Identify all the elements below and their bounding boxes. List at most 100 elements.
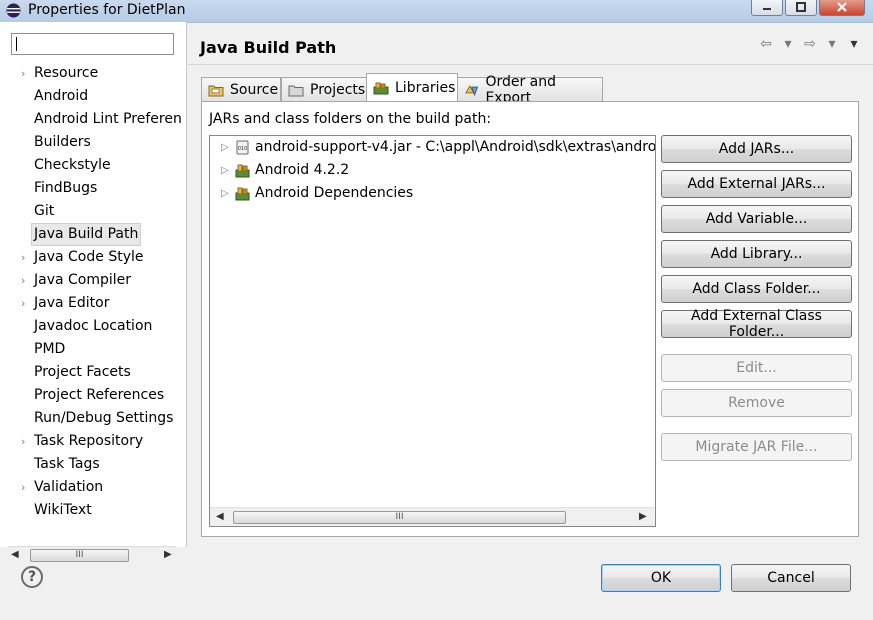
tree-item-validation[interactable]: › Validation <box>0 476 186 499</box>
add-library-button[interactable]: Add Library... <box>661 240 852 268</box>
tab-label: Source <box>230 81 279 98</box>
tree-item-javadoc-location[interactable]: Javadoc Location <box>0 315 186 338</box>
add-class-folder-button[interactable]: Add Class Folder... <box>661 275 852 303</box>
tree-item-label: Project Facets <box>34 364 131 380</box>
libraries-label: JARs and class folders on the build path… <box>209 111 492 127</box>
library-icon <box>235 164 250 178</box>
scroll-thumb[interactable]: III <box>233 511 566 524</box>
tree-item-label: Checkstyle <box>34 157 111 173</box>
text-caret <box>16 37 17 51</box>
page-title: Java Build Path <box>200 38 337 57</box>
tree-item-label: Java Code Style <box>34 249 144 265</box>
expand-arrow-icon[interactable]: › <box>21 476 31 499</box>
tree-item-findbugs[interactable]: FindBugs <box>0 177 186 200</box>
maximize-button[interactable] <box>785 0 817 16</box>
projects-folder-icon <box>288 85 304 96</box>
tab-projects[interactable]: Projects <box>281 77 367 101</box>
tree-item-label: Android Lint Preferen <box>34 111 182 127</box>
tree-item-label: Task Tags <box>34 456 100 472</box>
back-dropdown-icon[interactable]: ▾ <box>778 36 798 52</box>
expand-arrow-icon[interactable]: › <box>21 269 31 292</box>
tab-source[interactable]: Source <box>201 77 281 101</box>
scroll-right-arrow-icon[interactable]: ▶ <box>164 549 172 560</box>
view-menu-icon[interactable]: ▾ <box>844 36 864 52</box>
scroll-right-arrow-icon[interactable]: ▶ <box>639 511 647 522</box>
close-icon <box>837 2 847 12</box>
order-export-icon <box>465 84 479 96</box>
scroll-left-arrow-icon[interactable]: ◀ <box>216 511 224 522</box>
tree-item-git[interactable]: Git <box>0 200 186 223</box>
tree-item-pmd[interactable]: PMD <box>0 338 186 361</box>
expand-arrow-icon[interactable]: › <box>21 246 31 269</box>
tree-item-java-compiler[interactable]: › Java Compiler <box>0 269 186 292</box>
divider <box>188 64 873 65</box>
tree-item-task-tags[interactable]: Task Tags <box>0 453 186 476</box>
jar-icon: 010 <box>236 140 249 155</box>
window-title: Properties for DietPlan <box>28 2 186 18</box>
entry-label: Android Dependencies <box>255 185 414 201</box>
tree-item-label: Java Compiler <box>34 272 132 288</box>
tree-item-label: Java Build Path <box>31 223 142 246</box>
tab-order-and-export[interactable]: Order and Export <box>457 74 603 106</box>
add-variable-button[interactable]: Add Variable... <box>661 205 852 233</box>
expand-arrow-icon[interactable]: › <box>21 430 31 453</box>
libraries-icon <box>373 82 389 94</box>
tree-item-project-references[interactable]: Project References <box>0 384 186 407</box>
edit-button[interactable]: Edit... <box>661 354 852 382</box>
tree-item-builders[interactable]: Builders <box>0 131 186 154</box>
help-icon[interactable]: ? <box>21 566 43 588</box>
tree-item-label: Android <box>34 88 89 104</box>
back-arrow-icon[interactable]: ⇦ <box>756 36 776 52</box>
tree-item-resource[interactable]: › Resource <box>0 62 186 85</box>
svg-text:010: 010 <box>238 146 248 152</box>
tab-libraries[interactable]: Libraries <box>366 73 458 101</box>
remove-button[interactable]: Remove <box>661 389 852 417</box>
tree-item-run-debug-settings[interactable]: Run/Debug Settings <box>0 407 186 430</box>
entry-label: android-support-v4.jar - C:\appl\Android… <box>255 139 656 155</box>
tree-item-label: Run/Debug Settings <box>34 410 174 426</box>
scroll-thumb[interactable]: III <box>30 549 129 562</box>
tree-horizontal-scrollbar[interactable]: ◀ III ▶ <box>8 546 176 564</box>
tree-item-java-build-path[interactable]: Java Build Path <box>0 223 186 246</box>
tree-item-java-editor[interactable]: › Java Editor <box>0 292 186 315</box>
tree-item-label: Java Editor <box>34 295 110 311</box>
tree-item-checkstyle[interactable]: Checkstyle <box>0 154 186 177</box>
tree-item-project-facets[interactable]: Project Facets <box>0 361 186 384</box>
tree-item-label: Task Repository <box>34 433 144 449</box>
tree-item-label: PMD <box>34 341 66 357</box>
expand-arrow-icon[interactable]: ▷ <box>221 182 229 205</box>
forward-arrow-icon[interactable]: ⇨ <box>800 36 820 52</box>
tree-item-label: Validation <box>34 479 104 495</box>
forward-dropdown-icon[interactable]: ▾ <box>822 36 842 52</box>
expand-arrow-icon[interactable]: › <box>21 292 31 315</box>
libraries-list[interactable]: ▷ 010 android-support-v4.jar - C:\appl\A… <box>209 135 656 527</box>
close-button[interactable] <box>819 0 865 16</box>
tree-item-task-repository[interactable]: › Task Repository <box>0 430 186 453</box>
add-external-class-folder-button[interactable]: Add External Class Folder... <box>661 308 852 340</box>
tree-item-label: FindBugs <box>34 180 98 196</box>
source-folder-icon <box>208 85 224 96</box>
property-tree: › Resource Android Android Lint Preferen Bui… <box>0 62 186 522</box>
add-external-jars-button[interactable]: Add External JARs... <box>661 170 852 198</box>
tree-item-label: Javadoc Location <box>34 318 153 334</box>
tree-item-android-lint-preferen[interactable]: Android Lint Preferen <box>0 108 186 131</box>
tree-item-label: Builders <box>34 134 91 150</box>
tree-item-java-code-style[interactable]: › Java Code Style <box>0 246 186 269</box>
tree-item-label: Resource <box>34 65 99 81</box>
migrate-jar-button[interactable]: Migrate JAR File... <box>661 433 852 461</box>
tree-item-android[interactable]: Android <box>0 85 186 108</box>
minimize-button[interactable] <box>751 0 783 16</box>
filter-input[interactable] <box>11 33 174 55</box>
expand-arrow-icon[interactable]: ▷ <box>221 159 229 182</box>
ok-button[interactable]: OK <box>601 564 721 592</box>
entry-label: Android 4.2.2 <box>255 162 350 178</box>
scroll-left-arrow-icon[interactable]: ◀ <box>11 549 19 560</box>
tree-item-wikitext[interactable]: WikiText <box>0 499 186 522</box>
add-jars-button[interactable]: Add JARs... <box>661 135 852 163</box>
libraries-panel: JARs and class folders on the build path… <box>201 101 859 537</box>
list-horizontal-scrollbar[interactable]: ◀ III ▶ <box>210 507 655 526</box>
expand-arrow-icon[interactable]: ▷ <box>221 136 229 159</box>
expand-arrow-icon[interactable]: › <box>21 62 31 85</box>
cancel-button[interactable]: Cancel <box>731 564 851 592</box>
tree-item-label: Git <box>34 203 55 219</box>
